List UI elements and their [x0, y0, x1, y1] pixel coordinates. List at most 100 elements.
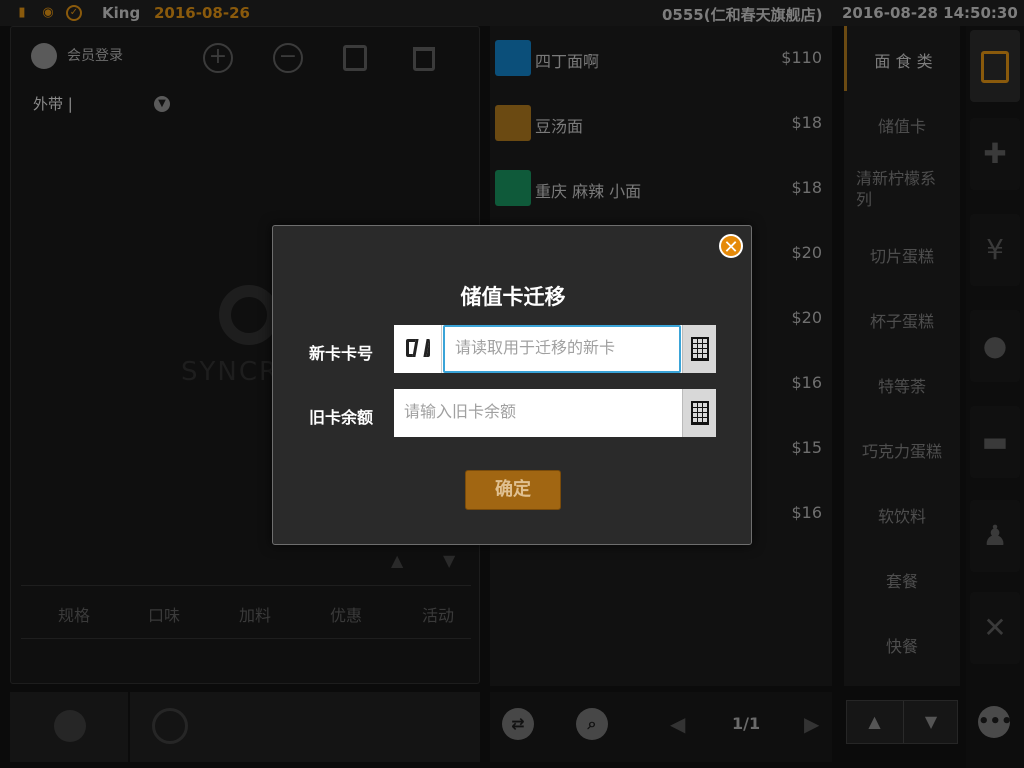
category-item[interactable]: 软饮料: [844, 481, 960, 546]
close-icon[interactable]: ✕: [719, 234, 743, 258]
item-price: $18: [791, 113, 822, 132]
search-icon[interactable]: ⌕: [576, 708, 608, 740]
category-label: 软饮料: [877, 507, 926, 526]
more-button[interactable]: •••: [978, 706, 1013, 738]
ticket-yen-icon: ¥: [986, 233, 1004, 266]
category-item[interactable]: 切片蛋糕: [844, 221, 960, 286]
card-icon: [406, 339, 430, 357]
pin-button[interactable]: ✚: [970, 118, 1020, 190]
username: King: [102, 4, 141, 22]
toggle-view-button[interactable]: ⇄: [502, 708, 534, 740]
confirm-button[interactable]: 确定: [465, 470, 561, 510]
option-tabs: 规格 口味 加料 优惠 活动: [21, 585, 471, 639]
tab-flavor[interactable]: 口味: [129, 602, 199, 626]
item-price: $18: [791, 178, 822, 197]
right-toolbar: ✚ ¥ ● ▬ ♟ ✕: [966, 26, 1024, 768]
hand-money-icon: [152, 708, 188, 744]
new-card-input[interactable]: [443, 325, 681, 373]
item-color-swatch: [495, 105, 531, 141]
item-name: 四丁面啊: [535, 52, 600, 71]
category-item[interactable]: 杯子蛋糕: [844, 286, 960, 351]
menu-item[interactable]: 重庆 麻辣 小面 $18: [490, 156, 832, 221]
item-price: $110: [781, 48, 822, 67]
item-price: $16: [791, 503, 822, 522]
category-label: 面 食 类: [874, 52, 933, 71]
bell-icon: ●: [982, 329, 1008, 362]
dialog-title: 储值卡迁移: [460, 285, 566, 309]
clipboard-icon: [981, 51, 1009, 83]
order-type-select[interactable]: 外带 | ▼: [33, 93, 173, 117]
user-icon: ♟: [982, 519, 1008, 552]
category-item[interactable]: 面 食 类: [844, 26, 960, 91]
item-name: 重庆 麻辣 小面: [535, 182, 642, 201]
brand-logo: [219, 285, 279, 345]
scroll-up-icon[interactable]: ▲: [391, 551, 403, 570]
new-card-label: 新卡卡号: [309, 344, 374, 363]
item-color-swatch: [495, 40, 531, 76]
category-label: 快餐: [885, 637, 918, 656]
box-icon: [54, 710, 86, 742]
category-item[interactable]: 特等荼: [844, 351, 960, 416]
page-indicator: 1/1: [732, 714, 761, 733]
chevron-down-icon: ▼: [154, 96, 170, 112]
keypad-icon: [691, 337, 709, 361]
trash-icon[interactable]: [413, 47, 435, 71]
ticket-button[interactable]: ¥: [970, 214, 1020, 286]
item-price: $20: [791, 243, 822, 262]
category-label: 切片蛋糕: [869, 247, 934, 266]
prev-page-icon[interactable]: ◀: [670, 712, 685, 736]
card-migration-dialog: ✕ 储值卡迁移 新卡卡号 旧卡余额 确定: [272, 225, 752, 545]
member-login-button[interactable]: 会员登录: [31, 43, 123, 73]
category-down-button[interactable]: ▼: [903, 701, 958, 743]
edit-icon[interactable]: [343, 45, 367, 71]
category-item[interactable]: 巧克力蛋糕: [844, 416, 960, 481]
member-icon: [31, 43, 57, 69]
bell-button[interactable]: ●: [970, 310, 1020, 382]
order-list-button[interactable]: [970, 30, 1020, 102]
tab-discount[interactable]: 优惠: [311, 602, 381, 626]
card-reader-button[interactable]: [394, 325, 442, 373]
cancel-button[interactable]: ✕: [970, 592, 1020, 664]
category-label: 清新柠檬系列: [856, 169, 937, 209]
keypad-icon: [691, 401, 709, 425]
category-item[interactable]: 快餐: [844, 611, 960, 676]
menu-item[interactable]: 豆汤面 $18: [490, 91, 832, 156]
check-circle-icon: ✓: [66, 5, 82, 21]
old-balance-input[interactable]: [394, 389, 681, 437]
user-button[interactable]: ♟: [970, 500, 1020, 572]
item-pager-bar: ⇄ ⌕ ◀ 1/1 ▶: [490, 692, 832, 762]
item-color-swatch: [495, 170, 531, 206]
tab-addon[interactable]: 加料: [220, 602, 290, 626]
signal-icon: ▮: [18, 5, 26, 20]
menu-item[interactable]: 四丁面啊 $110: [490, 26, 832, 91]
brand-watermark: SYNCR: [181, 357, 280, 387]
category-item[interactable]: 储值卡: [844, 91, 960, 156]
category-label: 套餐: [885, 572, 918, 591]
category-nav: ▲ ▼: [846, 700, 958, 744]
category-list: 面 食 类 储值卡 清新柠檬系列 切片蛋糕 杯子蛋糕 特等荼 巧克力蛋糕 软饮料…: [844, 26, 960, 686]
drawer-button[interactable]: ▬: [970, 406, 1020, 478]
item-name: 豆汤面: [535, 117, 584, 136]
tab-spec[interactable]: 规格: [39, 602, 109, 626]
eye-icon: ◉: [42, 5, 54, 20]
category-up-button[interactable]: ▲: [847, 701, 902, 743]
category-label: 巧克力蛋糕: [861, 442, 942, 461]
scroll-down-icon[interactable]: ▼: [443, 551, 455, 570]
keypad-button[interactable]: [682, 325, 716, 373]
minus-circle-icon[interactable]: −: [273, 43, 303, 73]
keypad-button[interactable]: [682, 389, 716, 437]
plus-circle-icon[interactable]: +: [203, 43, 233, 73]
current-datetime: 2016-08-28 14:50:30: [842, 4, 1018, 22]
payment-button[interactable]: [130, 692, 480, 762]
category-label: 杯子蛋糕: [869, 312, 934, 331]
tab-promotion[interactable]: 活动: [403, 602, 473, 626]
order-type-label: 外带 |: [33, 95, 73, 113]
category-item[interactable]: 清新柠檬系列: [844, 156, 960, 221]
item-price: $20: [791, 308, 822, 327]
item-price: $15: [791, 438, 822, 457]
member-login-label: 会员登录: [67, 48, 123, 64]
category-item[interactable]: 套餐: [844, 546, 960, 611]
cash-drawer-button[interactable]: [10, 692, 128, 762]
next-page-icon[interactable]: ▶: [804, 712, 819, 736]
old-balance-field: [394, 389, 716, 437]
